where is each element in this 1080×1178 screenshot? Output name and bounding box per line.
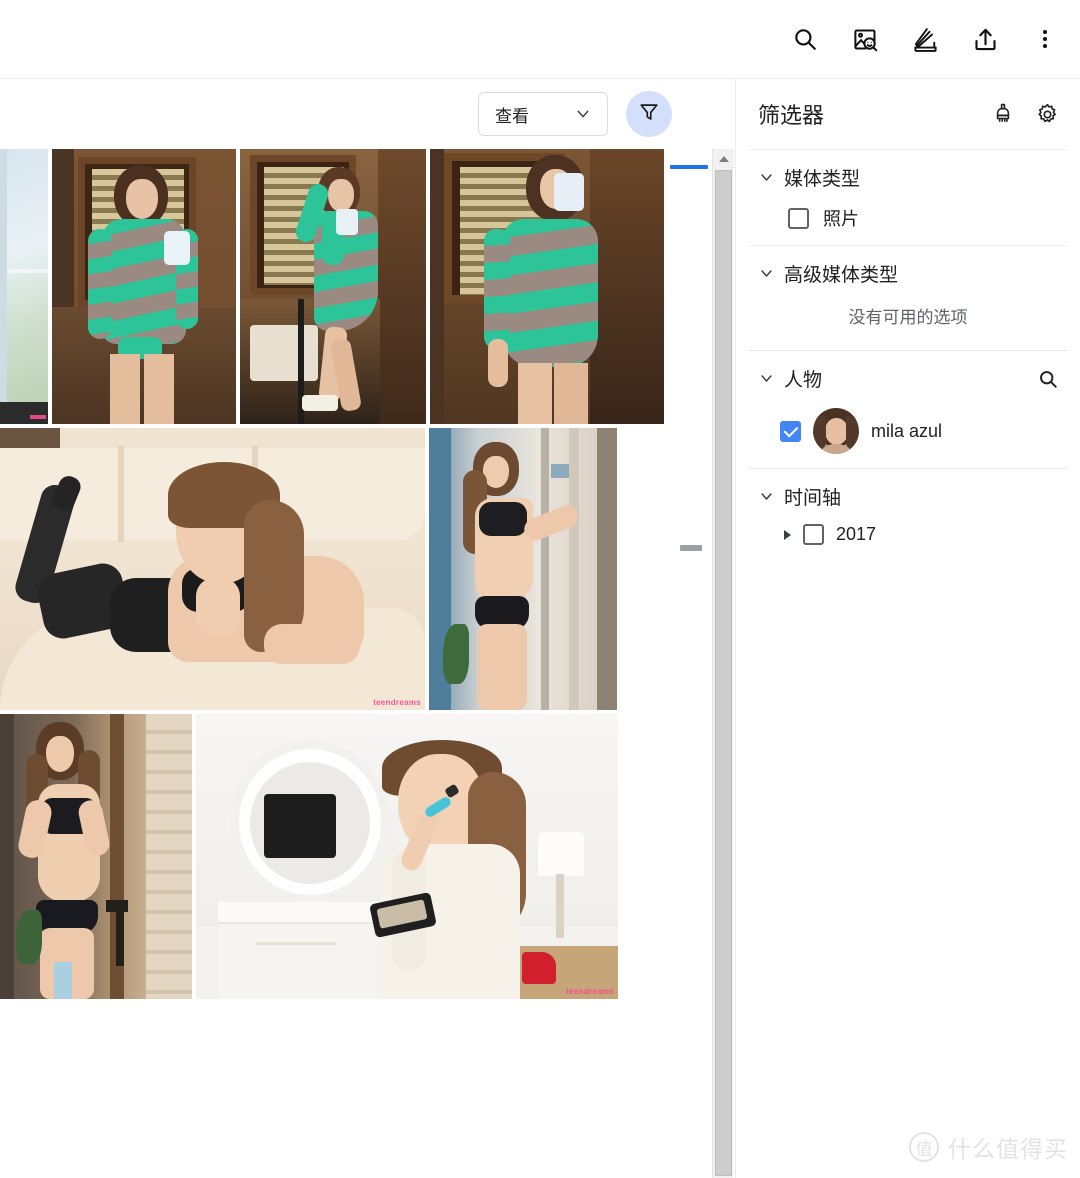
filters-sidebar: 筛选器 媒体类型 照片 高级媒体类型 没有可用的选项 人物 mila azul … bbox=[735, 79, 1080, 1178]
chevron-down-icon bbox=[758, 266, 774, 282]
checkbox-photo[interactable] bbox=[788, 207, 809, 229]
filter-funnel-icon bbox=[638, 101, 660, 128]
filters-header-actions bbox=[990, 101, 1060, 127]
section-header-timeline[interactable]: 时间轴 bbox=[736, 483, 1080, 510]
filter-section-timeline: 时间轴 2017 bbox=[736, 469, 1080, 559]
tile-watermark: teendreams bbox=[373, 698, 421, 707]
photo-grid: teendreams teendreams bbox=[0, 149, 664, 1003]
upload-icon[interactable] bbox=[968, 22, 1002, 56]
photo-couch-pose[interactable]: teendreams bbox=[0, 428, 425, 710]
top-toolbar-icons bbox=[788, 22, 1062, 56]
section-header-media-type[interactable]: 媒体类型 bbox=[736, 164, 1080, 191]
timeline-tree-row-2017[interactable]: 2017 bbox=[736, 510, 1080, 547]
scroll-up-button[interactable] bbox=[713, 149, 734, 168]
photo-window-lace[interactable] bbox=[429, 428, 617, 710]
chevron-down-icon bbox=[758, 489, 774, 505]
more-vert-icon[interactable] bbox=[1028, 22, 1062, 56]
top-toolbar bbox=[0, 0, 1080, 79]
no-options-note: 没有可用的选项 bbox=[848, 308, 968, 327]
photo-striped-mug-2[interactable] bbox=[240, 149, 426, 424]
person-name: mila azul bbox=[871, 420, 943, 441]
face-search-icon[interactable] bbox=[848, 22, 882, 56]
person-row-mila-azul[interactable]: mila azul bbox=[736, 392, 1080, 456]
photo-striped-mug-1[interactable] bbox=[52, 149, 236, 424]
chevron-down-icon bbox=[758, 371, 774, 387]
filter-section-media-type: 媒体类型 照片 bbox=[736, 150, 1080, 245]
photo-grid-row bbox=[0, 149, 664, 424]
filter-section-people: 人物 mila azul bbox=[736, 351, 1080, 468]
tile-watermark: teendreams bbox=[566, 987, 614, 996]
filter-toggle-button[interactable] bbox=[626, 91, 672, 137]
search-icon[interactable] bbox=[788, 22, 822, 56]
scan-stack-icon[interactable] bbox=[908, 22, 942, 56]
chevron-down-icon bbox=[758, 170, 774, 186]
filters-header: 筛选器 bbox=[736, 79, 1080, 149]
site-watermark: 值 什么值得买 bbox=[909, 1130, 1068, 1164]
scrollbar-thumb[interactable] bbox=[715, 170, 732, 1176]
people-search-icon[interactable] bbox=[1036, 367, 1060, 391]
timeline-year-label: 2017 bbox=[836, 524, 877, 544]
watermark-badge: 值 bbox=[909, 1132, 939, 1162]
photo-grid-row: teendreams bbox=[0, 714, 660, 999]
photo-window-partial[interactable] bbox=[0, 149, 48, 424]
section-header-people[interactable]: 人物 bbox=[736, 365, 1080, 392]
filters-title: 筛选器 bbox=[758, 103, 825, 128]
photo-door-lingerie[interactable] bbox=[0, 714, 192, 999]
timeline-current-marker bbox=[670, 165, 708, 169]
section-title: 高级媒体类型 bbox=[784, 265, 899, 286]
triangle-up-icon bbox=[718, 155, 729, 162]
avatar bbox=[813, 408, 859, 454]
timeline-rail[interactable] bbox=[660, 149, 712, 1178]
checkbox-year-2017[interactable] bbox=[803, 524, 824, 545]
triangle-right-icon[interactable] bbox=[784, 529, 791, 540]
photo-striped-mug-3[interactable] bbox=[430, 149, 664, 424]
settings-gear-icon[interactable] bbox=[1034, 101, 1060, 127]
filter-option-photo[interactable]: 照片 bbox=[736, 191, 1080, 233]
view-dropdown-label: 查看 bbox=[495, 106, 529, 126]
section-title: 媒体类型 bbox=[784, 169, 861, 190]
photo-vanity-mirror[interactable]: teendreams bbox=[196, 714, 618, 999]
section-header-advanced-media-type[interactable]: 高级媒体类型 bbox=[736, 260, 1080, 287]
filter-option-label: 照片 bbox=[823, 209, 859, 229]
clear-brush-icon[interactable] bbox=[990, 101, 1016, 127]
photo-grid-row: teendreams bbox=[0, 428, 660, 710]
view-dropdown[interactable]: 查看 bbox=[478, 92, 608, 136]
filter-section-advanced-media-type: 高级媒体类型 没有可用的选项 bbox=[736, 246, 1080, 350]
main-content: 查看 teendreams teendreams bbox=[0, 79, 735, 1178]
checkbox-person-mila-azul[interactable] bbox=[780, 420, 801, 442]
chevron-down-icon bbox=[575, 106, 591, 122]
grid-scrollbar[interactable] bbox=[712, 149, 734, 1178]
watermark-text: 什么值得买 bbox=[948, 1136, 1068, 1162]
timeline-tick-marker bbox=[680, 545, 702, 551]
section-title: 人物 bbox=[784, 370, 823, 391]
section-title: 时间轴 bbox=[784, 488, 842, 509]
grid-toolbar: 查看 bbox=[0, 79, 700, 149]
